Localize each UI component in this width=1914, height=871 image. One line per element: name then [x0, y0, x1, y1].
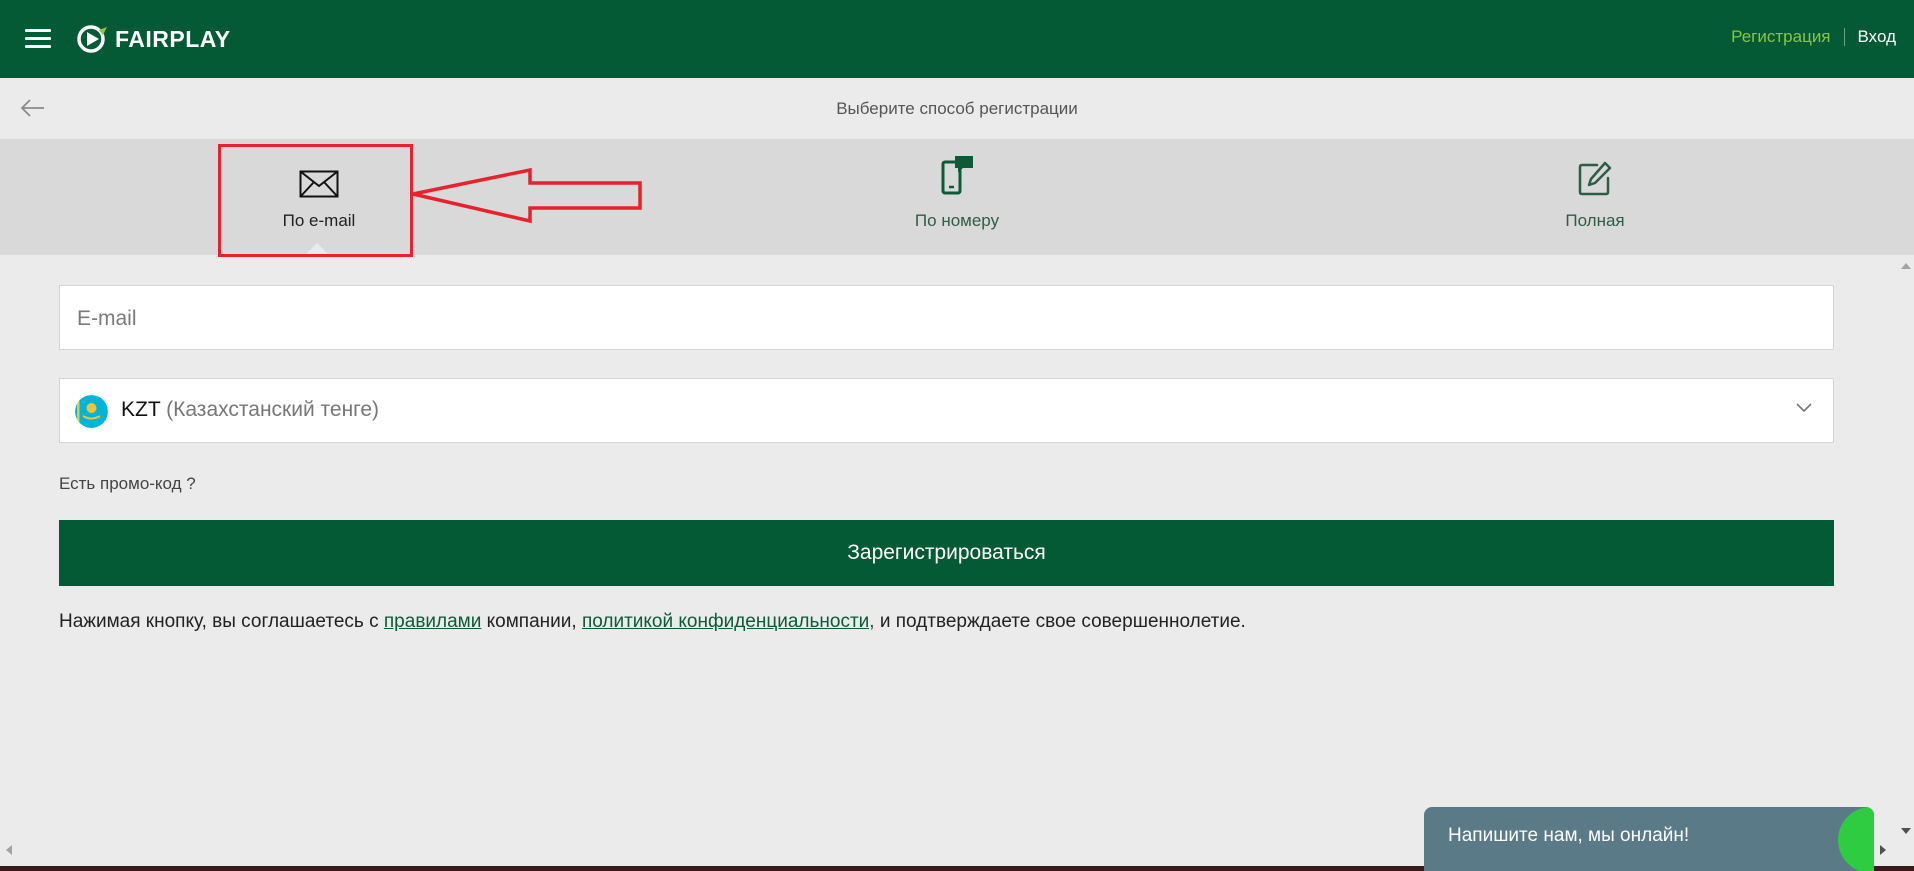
- auth-links: Регистрация Вход: [1731, 27, 1896, 47]
- register-link[interactable]: Регистрация: [1731, 27, 1830, 47]
- top-header: FAIRPLAY Регистрация Вход: [0, 0, 1914, 78]
- tab-email[interactable]: По e-mail: [0, 139, 638, 255]
- registration-method-tabs: По e-mail По номеру Полная: [0, 139, 1914, 255]
- vertical-scrollbar[interactable]: [1897, 258, 1914, 840]
- register-button[interactable]: Зарегистрироваться: [59, 520, 1834, 586]
- sub-header: Выберите способ регистрации: [0, 78, 1914, 140]
- phone-chat-icon: [941, 156, 973, 195]
- tab-full-label: Полная: [1565, 211, 1625, 230]
- menu-icon[interactable]: [25, 29, 51, 49]
- scroll-up-arrow-icon[interactable]: [1901, 263, 1911, 269]
- currency-name: (Казахстанский тенге): [166, 398, 380, 421]
- chat-widget-label: Напишите нам, мы онлайн!: [1448, 825, 1690, 846]
- scroll-right-arrow-icon[interactable]: [1880, 845, 1886, 855]
- envelope-icon: [299, 170, 339, 198]
- tab-phone-label: По номеру: [914, 211, 1000, 230]
- currency-select[interactable]: KZT (Казахстанский тенге): [59, 378, 1834, 443]
- page-title: Выберите способ регистрации: [836, 99, 1078, 118]
- chat-widget[interactable]: Напишите нам, мы онлайн!: [1424, 807, 1874, 871]
- logo-text: FAIRPLAY: [115, 25, 231, 52]
- tab-phone[interactable]: По номеру: [638, 139, 1276, 255]
- terms-text: Нажимая кнопку, вы соглашаетесь с правил…: [59, 611, 1246, 633]
- email-input[interactable]: [75, 286, 1819, 351]
- currency-code: KZT: [121, 398, 161, 421]
- promo-code-link[interactable]: Есть промо-код ?: [59, 474, 196, 494]
- terms-text-part1: Нажимая кнопку, вы соглашаетесь с: [59, 611, 384, 632]
- logo[interactable]: FAIRPLAY: [77, 24, 231, 54]
- edit-icon: [1578, 161, 1612, 196]
- rules-link[interactable]: правилами: [384, 611, 481, 632]
- auth-divider: [1843, 28, 1845, 46]
- currency-value: KZT (Казахстанский тенге): [121, 398, 379, 422]
- active-tab-indicator: [305, 243, 329, 255]
- email-field[interactable]: [59, 285, 1834, 351]
- tab-email-label: По e-mail: [282, 211, 356, 230]
- tab-full[interactable]: Полная: [1276, 139, 1914, 255]
- chevron-down-icon: [1796, 403, 1812, 413]
- login-link[interactable]: Вход: [1858, 27, 1896, 47]
- terms-text-part2: компании,: [481, 611, 582, 632]
- terms-text-part3: и подтверждаете свое совершеннолетие.: [874, 611, 1246, 632]
- kazakhstan-flag-icon: [75, 395, 108, 428]
- scroll-down-arrow-icon[interactable]: [1901, 828, 1911, 834]
- privacy-policy-link[interactable]: политикой конфиденциальности,: [582, 611, 875, 632]
- chat-status-indicator: [1838, 807, 1874, 871]
- scroll-left-arrow-icon[interactable]: [6, 845, 12, 855]
- fairplay-logo-icon: [77, 25, 107, 53]
